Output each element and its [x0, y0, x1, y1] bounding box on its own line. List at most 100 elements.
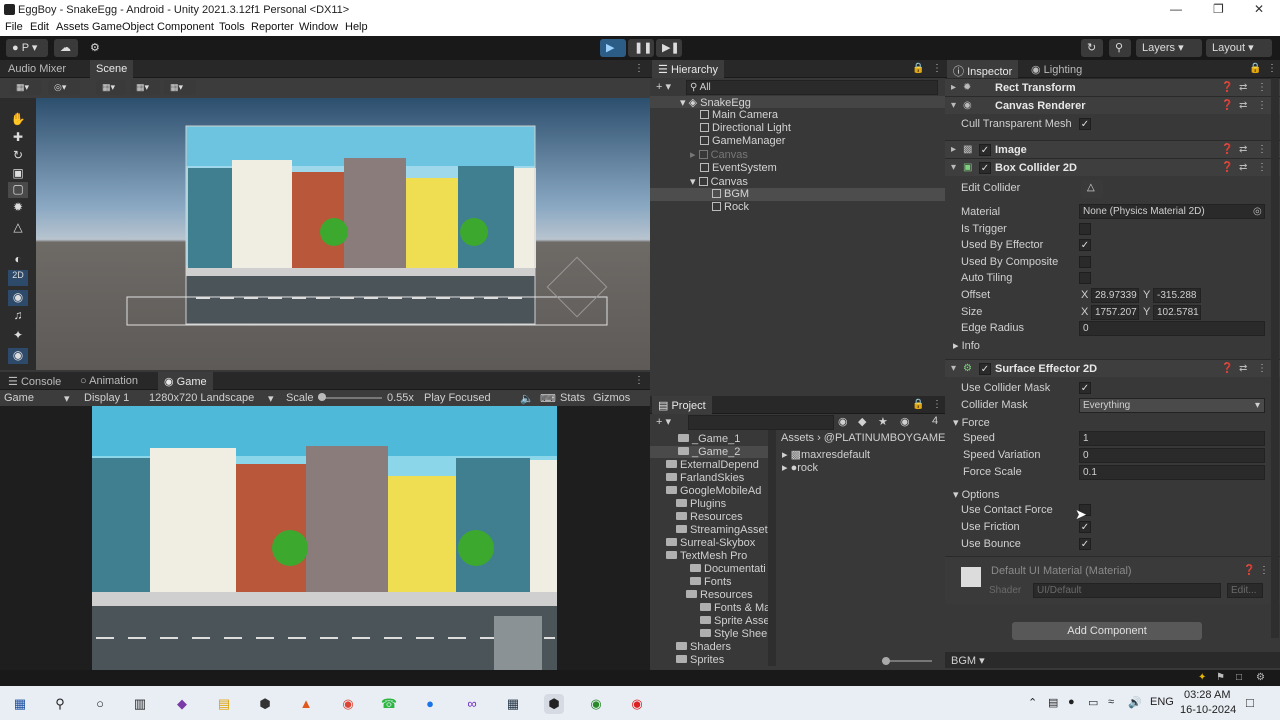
inspector-menu-icon[interactable]: ⋮ — [1267, 63, 1277, 74]
lock-icon[interactable]: 🔒 — [912, 63, 924, 74]
menu-tools[interactable]: Tools — [219, 21, 245, 33]
scale-slider-handle[interactable] — [318, 393, 326, 401]
app-icon[interactable]: ▦ — [503, 694, 523, 714]
tab-inspector[interactable]: ⓘ Inspector — [947, 60, 1019, 78]
custom-tool-icon[interactable]: △ — [8, 220, 28, 236]
minimize-icon[interactable]: — — [1170, 2, 1182, 16]
transform-tool-icon[interactable]: ✹ — [8, 200, 28, 216]
grid-dropdown[interactable]: ▦▾ — [96, 80, 126, 95]
component-menu-icon[interactable]: ⋮ — [1257, 144, 1267, 155]
hierarchy-item-main-camera[interactable]: Main Camera — [700, 109, 778, 121]
folder-item[interactable]: GoogleMobileAd — [666, 485, 761, 497]
create-button[interactable]: + ▾ — [656, 80, 671, 93]
step-button[interactable]: ▶❚ — [656, 39, 682, 57]
hierarchy-item-gamemanager[interactable]: GameManager — [700, 135, 785, 147]
pause-button[interactable]: ❚❚ — [628, 39, 654, 57]
force-foldout[interactable]: ▾ Force — [953, 416, 990, 429]
game-panel-menu-icon[interactable]: ⋮ — [634, 375, 644, 386]
component-menu-icon[interactable]: ⋮ — [1259, 565, 1269, 576]
snap-dropdown[interactable]: ▦▾ — [130, 80, 160, 95]
image-enabled-checkbox[interactable]: ✓ — [979, 144, 991, 156]
cull-transparent-checkbox[interactable]: ✓ — [1079, 118, 1091, 130]
hierarchy-item-snakeegg[interactable]: ▾ ◈ SnakeEgg — [680, 96, 751, 109]
project-search-input[interactable] — [688, 415, 834, 430]
asset-item[interactable]: ▸ ▩maxresdefault — [782, 448, 870, 461]
hierarchy-search-input[interactable]: ⚲ All — [686, 80, 938, 95]
settings-icon[interactable]: ⚙ — [1256, 672, 1265, 683]
clock-time[interactable]: 03:28 AM — [1184, 689, 1230, 701]
chrome-profile-icon[interactable]: ◉ — [586, 694, 606, 714]
display-dropdown[interactable]: Display 1 — [84, 392, 129, 404]
chrome-icon[interactable]: ◉ — [338, 694, 358, 714]
box-collider-header[interactable]: ▾ ▣ ✓ Box Collider 2D ❓ ⇄ ⋮ — [945, 158, 1280, 176]
add-component-button[interactable]: Add Component — [1012, 622, 1202, 640]
folder-item[interactable]: Documentati — [690, 563, 766, 575]
battery-icon[interactable]: ▭ — [1088, 696, 1098, 709]
folder-item[interactable]: Surreal-Skybox — [666, 537, 755, 549]
scale-slider[interactable] — [318, 397, 382, 399]
auto-tiling-checkbox[interactable] — [1079, 272, 1091, 284]
recorder-icon[interactable]: ◉ — [627, 694, 647, 714]
folder-item[interactable]: Plugins — [676, 498, 726, 510]
layers-dropdown[interactable]: Layers ▾ — [1136, 39, 1202, 57]
preset-icon[interactable]: ⇄ — [1239, 162, 1247, 173]
menu-gameobject[interactable]: GameObject — [92, 21, 154, 33]
tab-lighting[interactable]: ◉ Lighting — [1025, 60, 1088, 78]
play-mode-dropdown[interactable]: Play Focused — [424, 392, 491, 404]
project-menu-icon[interactable]: ⋮ — [932, 399, 942, 410]
panel-menu-icon[interactable]: ⋮ — [634, 63, 644, 74]
edit-collider-button[interactable]: △ — [1081, 180, 1103, 198]
hierarchy-item-eventsystem[interactable]: EventSystem — [700, 162, 777, 174]
close-icon[interactable]: ✕ — [1254, 2, 1264, 16]
surface-effector-header[interactable]: ▾ ⚙ ✓ Surface Effector 2D ❓ ⇄ ⋮ — [945, 359, 1280, 377]
preset-icon[interactable]: ⇄ — [1239, 100, 1247, 111]
collab-icon[interactable]: ⚙ — [84, 39, 104, 57]
resolution-dropdown[interactable]: 1280x720 Landscape — [149, 392, 254, 404]
scale-tool-icon[interactable]: ▣ — [8, 166, 28, 182]
menu-help[interactable]: Help — [345, 21, 368, 33]
folder-item[interactable]: FarlandSkies — [666, 472, 744, 484]
offset-x-field[interactable]: 28.97339 — [1091, 288, 1139, 303]
tab-game[interactable]: ◉ Game — [158, 372, 213, 390]
use-bounce-checkbox[interactable]: ✓ — [1079, 538, 1091, 550]
whatsapp-icon[interactable]: ☎ — [379, 694, 399, 714]
effects-toggle-icon[interactable]: ✦ — [8, 328, 28, 344]
visibility-toggle-icon[interactable]: ◉ — [8, 348, 28, 364]
search-icon[interactable]: ⚲ — [1109, 39, 1131, 57]
folder-item[interactable]: StreamingAsset — [676, 524, 768, 536]
language-indicator[interactable]: ENG — [1150, 696, 1174, 708]
notification-icon[interactable]: □ — [1236, 672, 1242, 683]
wifi-icon[interactable]: ≈ — [1108, 696, 1114, 708]
breadcrumb-folder[interactable]: @PLATINUMBOYGAME — [824, 432, 946, 444]
audio-toggle-icon[interactable]: ♫ — [8, 308, 28, 324]
hand-tool-icon[interactable]: ✋ — [8, 112, 28, 128]
help-icon[interactable]: ❓ — [1221, 82, 1233, 93]
folder-item[interactable]: Resources — [686, 589, 753, 601]
cortana-icon[interactable]: ○ — [90, 694, 110, 714]
draw-mode-dropdown[interactable]: ▦▾ — [10, 80, 42, 95]
shortcut-icon[interactable]: ⌨ — [540, 392, 556, 405]
inspector-lock-icon[interactable]: 🔒 — [1249, 63, 1261, 74]
tab-hierarchy[interactable]: ☰ Hierarchy — [652, 60, 725, 78]
maximize-icon[interactable]: ❐ — [1213, 2, 1224, 16]
force-scale-field[interactable]: 0.1 — [1079, 465, 1265, 480]
used-by-effector-checkbox[interactable]: ✓ — [1079, 239, 1091, 251]
menu-window[interactable]: Window — [299, 21, 338, 33]
file-explorer-icon[interactable]: ▤ — [214, 694, 234, 714]
tray-app-icon[interactable]: ▤ — [1048, 696, 1058, 709]
gizmo-dropdown[interactable]: ◎▾ — [48, 80, 80, 95]
use-collider-mask-checkbox[interactable]: ✓ — [1079, 382, 1091, 394]
speed-field[interactable]: 1 — [1079, 431, 1265, 446]
project-create-button[interactable]: + ▾ — [656, 415, 671, 428]
folder-item[interactable]: Sprite Asse — [700, 615, 770, 627]
component-menu-icon[interactable]: ⋮ — [1257, 100, 1267, 111]
hidden-count-icon[interactable]: ◉ — [900, 415, 910, 428]
folder-item[interactable]: TextMesh Pro — [666, 550, 747, 562]
component-menu-icon[interactable]: ⋮ — [1257, 162, 1267, 173]
preset-icon[interactable]: ⇄ — [1239, 82, 1247, 93]
size-y-field[interactable]: 102.5781 — [1153, 305, 1201, 320]
increment-dropdown[interactable]: ▦▾ — [164, 80, 196, 95]
favorite-icon[interactable]: ★ — [878, 415, 888, 428]
surface-effector-enabled-checkbox[interactable]: ✓ — [979, 363, 991, 375]
object-picker-icon[interactable]: ◎ — [1253, 206, 1262, 217]
